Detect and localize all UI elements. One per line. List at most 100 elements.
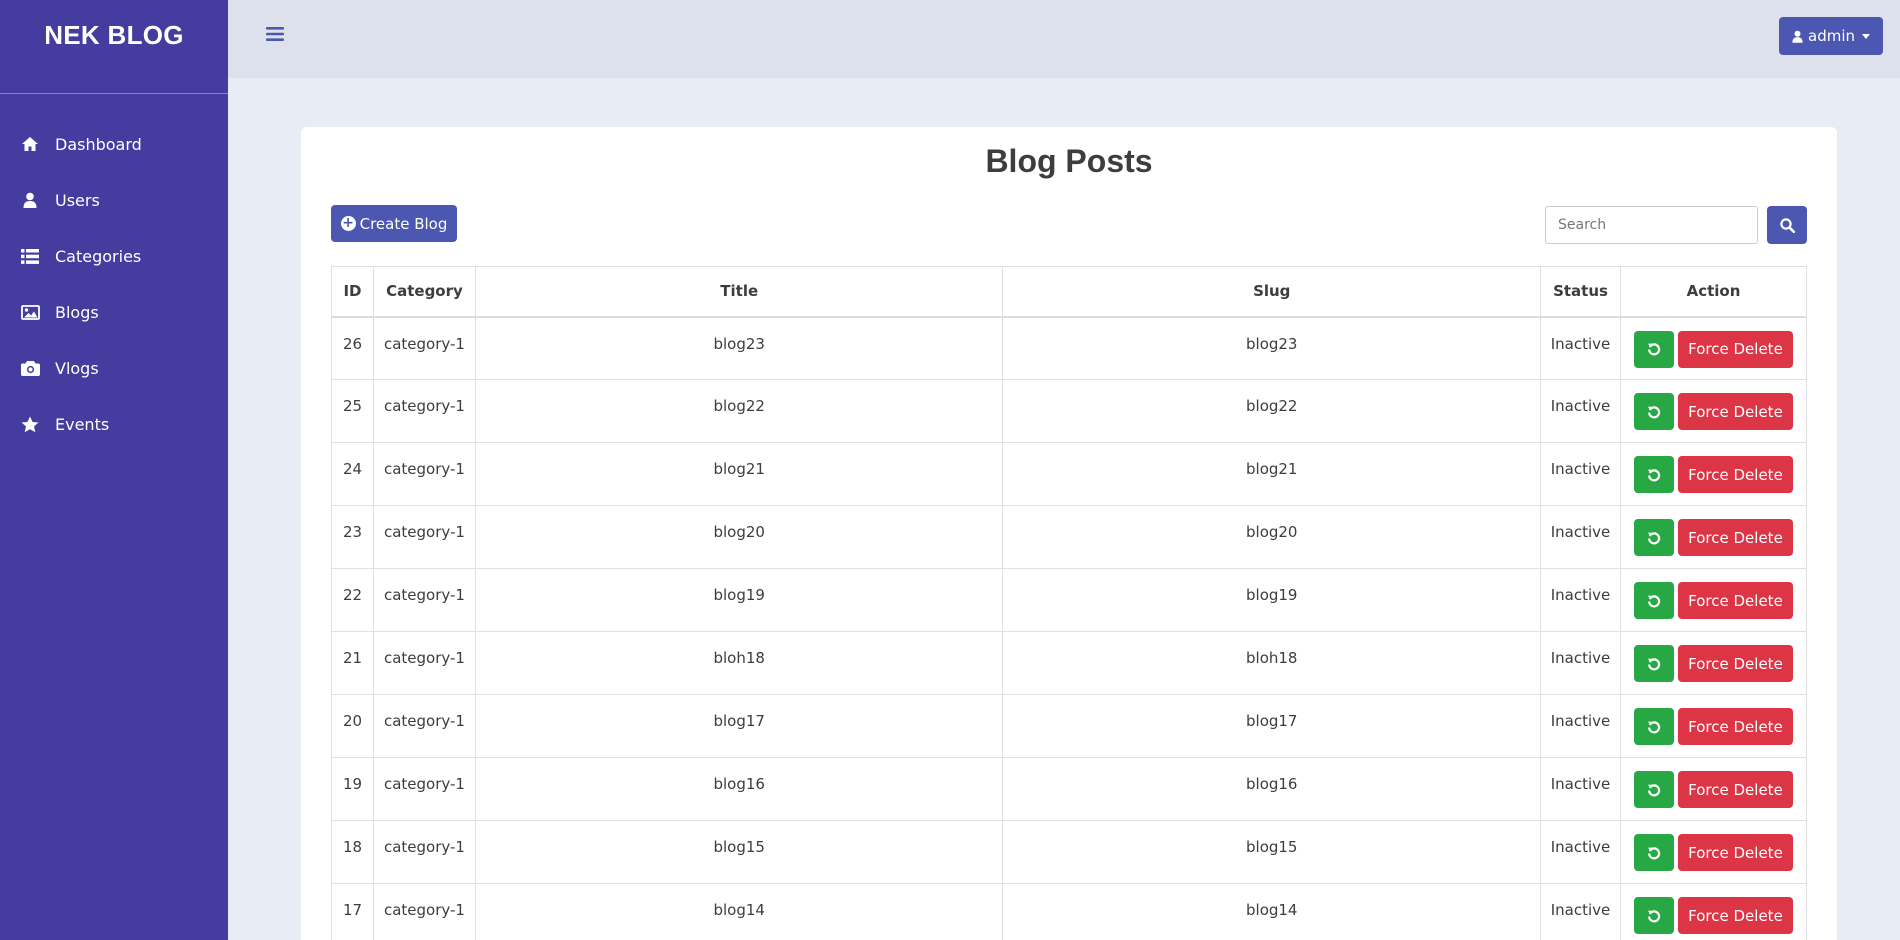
cell-action: Force Delete [1619,316,1808,380]
home-icon [19,133,41,155]
undo-icon [1647,468,1661,482]
restore-button[interactable] [1633,582,1674,619]
row-actions: Force Delete [1621,771,1806,808]
admin-label: admin [1808,27,1855,45]
list-icon [19,245,41,267]
restore-button[interactable] [1633,519,1674,556]
table-row: 17 category-1 blog14 blog14 Inactive Force De… [331,883,1808,940]
create-blog-button[interactable]: + Create Blog [331,205,457,242]
force-delete-button[interactable]: Force Delete [1677,393,1793,430]
undo-icon [1647,657,1661,671]
cell-status: Inactive [1540,316,1621,380]
cell-action: Force Delete [1619,757,1808,821]
cell-id: 24 [331,442,374,506]
cell-id: 25 [331,379,374,443]
cell-slug: blog19 [1002,568,1542,632]
cell-category: category-1 [372,820,476,884]
hamburger-icon[interactable] [266,26,286,46]
table-row: 22 category-1 blog19 blog19 Inactive Force De… [331,568,1808,632]
cell-status: Inactive [1540,883,1621,940]
col-header-title: Title [474,266,1004,318]
col-header-category: Category [372,266,476,318]
cell-slug: blog14 [1002,883,1542,940]
restore-button[interactable] [1633,708,1674,745]
sidebar-item-users[interactable]: Users [0,172,228,228]
row-actions: Force Delete [1621,834,1806,871]
sidebar-item-events[interactable]: Events [0,396,228,452]
sidebar-item-dashboard[interactable]: Dashboard [0,116,228,172]
page-title: Blog Posts [985,143,1153,179]
sidebar-item-label: Vlogs [55,358,99,378]
admin-dropdown-button[interactable]: admin [1779,17,1883,55]
sidebar-item-label: Dashboard [55,134,142,154]
caret-down-icon [1862,33,1870,39]
restore-button[interactable] [1633,393,1674,430]
cell-title: bloh18 [474,631,1004,695]
user-icon [1792,30,1803,43]
row-actions: Force Delete [1621,708,1806,745]
cell-title: blog21 [474,442,1004,506]
sidebar-item-blogs[interactable]: Blogs [0,284,228,340]
blog-posts-card: Blog Posts + Create Blog ID Category Tit… [301,127,1837,940]
search-button[interactable] [1767,206,1807,244]
force-delete-button[interactable]: Force Delete [1677,582,1793,619]
restore-button[interactable] [1633,456,1674,493]
cell-id: 22 [331,568,374,632]
cell-category: category-1 [372,694,476,758]
cell-title: blog16 [474,757,1004,821]
cell-title: blog14 [474,883,1004,940]
camera-icon [19,357,41,379]
cell-id: 26 [331,316,374,380]
cell-title: blog15 [474,820,1004,884]
table-header-row: ID Category Title Slug Status Action [331,266,1808,318]
undo-icon [1647,846,1661,860]
cell-action: Force Delete [1619,883,1808,940]
brand-title[interactable]: NEK BLOG [44,20,184,51]
cell-slug: bloh18 [1002,631,1542,695]
sidebar-item-categories[interactable]: Categories [0,228,228,284]
create-blog-label: Create Blog [359,214,448,233]
sidebar-item-vlogs[interactable]: Vlogs [0,340,228,396]
restore-button[interactable] [1633,645,1674,682]
brand: NEK BLOG [0,0,228,94]
col-header-status: Status [1540,266,1621,318]
table-row: 23 category-1 blog20 blog20 Inactive Force De… [331,505,1808,569]
force-delete-button[interactable]: Force Delete [1677,771,1793,808]
undo-icon [1647,594,1661,608]
force-delete-button[interactable]: Force Delete [1677,330,1793,368]
cell-slug: blog16 [1002,757,1542,821]
search-input[interactable] [1545,206,1758,244]
restore-button[interactable] [1633,771,1674,808]
undo-icon [1647,720,1661,734]
cell-action: Force Delete [1619,694,1808,758]
topbar: admin [228,0,1900,78]
table-row: 21 category-1 bloh18 bloh18 Inactive Force De… [331,631,1808,695]
force-delete-button[interactable]: Force Delete [1677,708,1793,745]
sidebar: NEK BLOG Dashboard Users Categories Blog… [0,0,228,940]
cell-status: Inactive [1540,505,1621,569]
restore-button[interactable] [1633,897,1674,934]
table-row: 25 category-1 blog22 blog22 Inactive Force De… [331,379,1808,443]
cell-action: Force Delete [1619,442,1808,506]
plus-circle-icon: + [340,215,356,231]
table-row: 19 category-1 blog16 blog16 Inactive Force De… [331,757,1808,821]
force-delete-button[interactable]: Force Delete [1677,645,1793,682]
force-delete-button[interactable]: Force Delete [1677,456,1793,493]
search-icon [1779,217,1795,233]
undo-icon [1647,342,1661,356]
col-header-action: Action [1619,266,1808,318]
table-body: 26 category-1 blog23 blog23 Inactive Force De… [331,316,1808,940]
cell-id: 19 [331,757,374,821]
cell-status: Inactive [1540,631,1621,695]
cell-action: Force Delete [1619,568,1808,632]
row-actions: Force Delete [1621,519,1806,556]
force-delete-button[interactable]: Force Delete [1677,519,1793,556]
cell-title: blog23 [474,316,1004,380]
force-delete-button[interactable]: Force Delete [1677,834,1793,871]
restore-button[interactable] [1633,330,1674,368]
cell-category: category-1 [372,442,476,506]
force-delete-button[interactable]: Force Delete [1677,897,1793,934]
restore-button[interactable] [1633,834,1674,871]
row-actions: Force Delete [1621,393,1806,430]
cell-id: 23 [331,505,374,569]
